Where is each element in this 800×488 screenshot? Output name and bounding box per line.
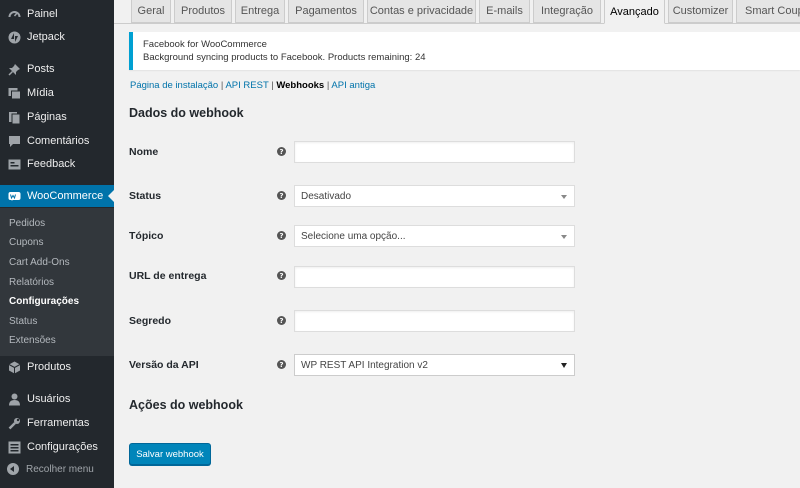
api-version-select-value: WP REST API Integration v2 <box>301 359 428 371</box>
products-icon <box>7 360 21 374</box>
save-webhook-button[interactable]: Salvar webhook <box>129 443 211 465</box>
tab-entrega[interactable]: Entrega <box>235 0 285 23</box>
sidebar-item-woocommerce[interactable]: WooCommerce <box>0 185 114 207</box>
sidebar-item-configuracoes[interactable]: Configurações <box>0 436 114 458</box>
collapse-menu-button[interactable]: Recolher menu <box>7 463 94 475</box>
sidebar-item-painel[interactable]: Painel <box>0 3 114 25</box>
settings-tabs: Geral Produtos Entrega Pagamentos Contas… <box>114 0 800 24</box>
status-select[interactable]: Desativado <box>294 185 575 207</box>
woocommerce-icon <box>7 189 21 203</box>
submenu-item-status[interactable]: Status <box>9 316 37 327</box>
help-icon[interactable]: ? <box>277 360 286 369</box>
tab-integracao[interactable]: Integração <box>533 0 601 23</box>
sidebar-item-comentarios[interactable]: Comentários <box>0 130 114 152</box>
topic-label: Tópico <box>129 230 164 242</box>
sidebar-item-produtos[interactable]: Produtos <box>0 356 114 378</box>
submenu-item-extensoes[interactable]: Extensões <box>9 335 56 346</box>
tab-contas-e-privacidade[interactable]: Contas e privacidade <box>367 0 476 23</box>
tab-produtos[interactable]: Produtos <box>174 0 232 23</box>
sidebar-item-usuarios[interactable]: Usuários <box>0 388 114 410</box>
sidebar-item-paginas[interactable]: Páginas <box>0 106 114 128</box>
help-icon[interactable]: ? <box>277 271 286 280</box>
facebook-sync-notice: Facebook for WooCommerce Background sync… <box>129 32 800 70</box>
link-webhooks-current: Webhooks <box>276 80 325 91</box>
chevron-down-icon <box>561 195 567 199</box>
topic-select-value: Selecione uma opção... <box>301 230 406 242</box>
help-icon[interactable]: ? <box>277 191 286 200</box>
submenu-item-pedidos[interactable]: Pedidos <box>9 218 45 229</box>
sidebar-item-label: Páginas <box>27 111 67 123</box>
woocommerce-submenu: Pedidos Cupons Cart Add-Ons Relatórios C… <box>0 208 114 356</box>
users-icon <box>7 392 21 406</box>
status-label: Status <box>129 190 162 202</box>
collapse-icon <box>7 463 19 475</box>
notice-title: Facebook for WooCommerce <box>143 39 267 50</box>
sidebar-item-label: Feedback <box>27 158 76 170</box>
webhook-data-heading: Dados do webhook <box>129 106 244 120</box>
sidebar-item-label: Usuários <box>27 393 71 405</box>
link-rest-api[interactable]: API REST <box>225 80 268 91</box>
pin-icon <box>7 62 21 76</box>
help-icon[interactable]: ? <box>277 316 286 325</box>
settings-icon <box>7 440 21 454</box>
sidebar-item-posts[interactable]: Posts <box>0 58 114 80</box>
sidebar-item-label: Jetpack <box>27 31 65 43</box>
sidebar-item-jetpack[interactable]: Jetpack <box>0 26 114 48</box>
sidebar-item-label: Comentários <box>27 135 90 147</box>
collapse-label: Recolher menu <box>26 463 94 475</box>
tab-pagamentos[interactable]: Pagamentos <box>288 0 364 23</box>
name-label: Nome <box>129 146 159 158</box>
chevron-down-icon <box>561 235 567 239</box>
api-section-links: Página de instalação | API REST | Webhoo… <box>130 80 375 91</box>
sidebar-item-ferramentas[interactable]: Ferramentas <box>0 412 114 434</box>
tab-smart-coupons[interactable]: Smart Coup <box>736 0 800 23</box>
submenu-item-cupons[interactable]: Cupons <box>9 237 43 248</box>
sidebar-item-label: Produtos <box>27 361 72 373</box>
admin-sidebar: Painel Jetpack Posts Mídia Páginas Comen… <box>0 0 114 488</box>
link-legacy-api[interactable]: API antiga <box>331 80 375 91</box>
comments-icon <box>7 134 21 148</box>
chevron-down-icon <box>561 363 567 368</box>
webhook-actions-heading: Ações do webhook <box>129 398 243 412</box>
secret-input[interactable] <box>294 310 575 332</box>
sidebar-item-label: Posts <box>27 63 55 75</box>
delivery-url-input[interactable] <box>294 266 575 288</box>
sidebar-item-label: Painel <box>27 8 58 20</box>
help-icon[interactable]: ? <box>277 147 286 156</box>
dashboard-icon <box>7 7 21 21</box>
submenu-item-relatorios[interactable]: Relatórios <box>9 277 54 288</box>
sidebar-item-label: Mídia <box>27 87 54 99</box>
notice-message: Background syncing products to Facebook.… <box>143 52 426 63</box>
sidebar-item-label: Ferramentas <box>27 417 90 429</box>
submenu-item-cart-add-ons[interactable]: Cart Add-Ons <box>9 257 70 268</box>
sidebar-item-label: WooCommerce <box>27 190 104 202</box>
webhook-name-input[interactable] <box>294 141 575 163</box>
status-select-value: Desativado <box>301 190 352 202</box>
sidebar-item-feedback[interactable]: Feedback <box>0 153 114 175</box>
link-setup-page[interactable]: Página de instalação <box>130 80 218 91</box>
api-version-select[interactable]: WP REST API Integration v2 <box>294 354 575 376</box>
sidebar-item-label: Configurações <box>27 441 98 453</box>
sidebar-item-midia[interactable]: Mídia <box>0 82 114 104</box>
media-icon <box>7 86 21 100</box>
jetpack-icon <box>7 30 21 44</box>
tools-icon <box>7 416 21 430</box>
help-icon[interactable]: ? <box>277 231 286 240</box>
tab-e-mails[interactable]: E-mails <box>479 0 530 23</box>
secret-label: Segredo <box>129 315 172 327</box>
tab-avancado[interactable]: Avançado <box>604 0 665 24</box>
tab-geral[interactable]: Geral <box>131 0 171 23</box>
tab-customizer[interactable]: Customizer <box>668 0 733 23</box>
pages-icon <box>7 110 21 124</box>
api-version-label: Versão da API <box>129 359 199 371</box>
topic-select[interactable]: Selecione uma opção... <box>294 225 575 247</box>
delivery-url-label: URL de entrega <box>129 270 207 282</box>
feedback-icon <box>7 157 21 171</box>
submenu-item-configuracoes[interactable]: Configurações <box>9 296 79 307</box>
